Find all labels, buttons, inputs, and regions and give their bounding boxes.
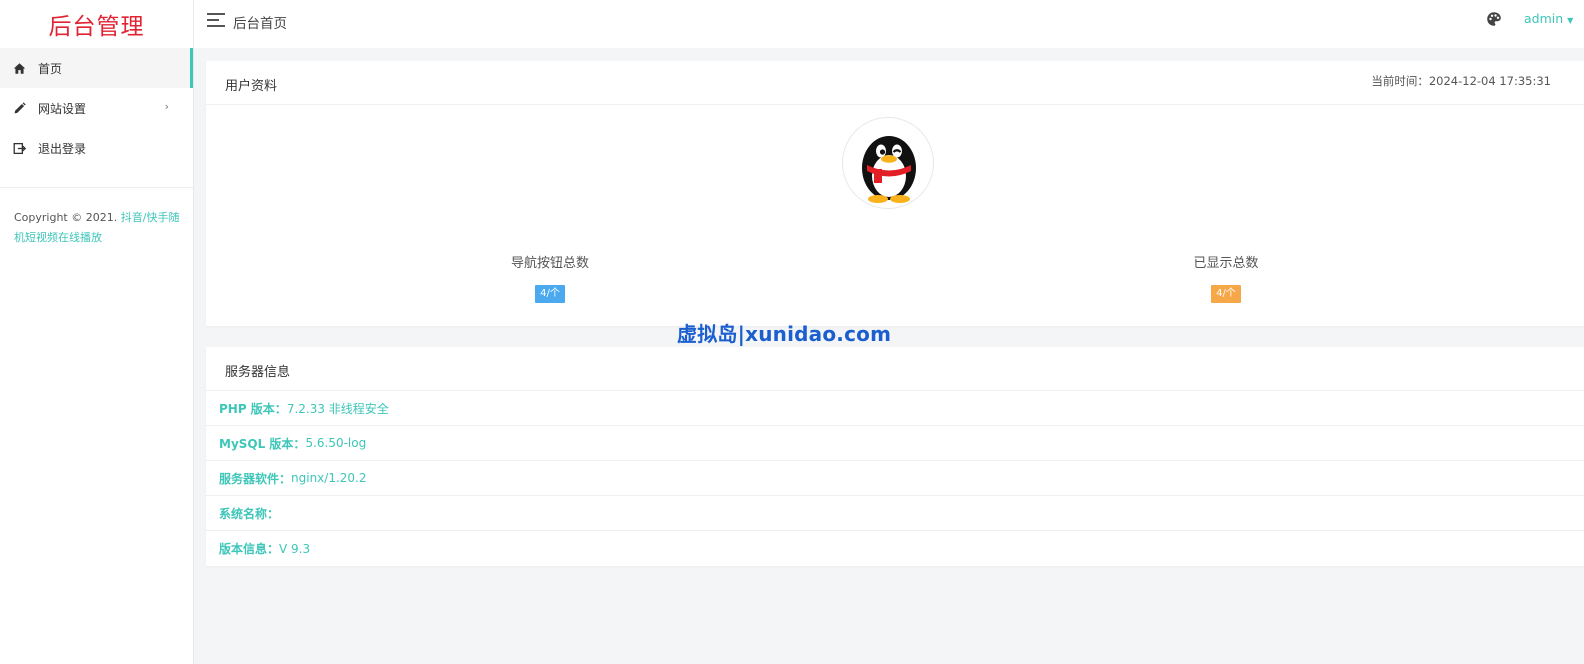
sidebar-item-label: 首页 [38,61,63,76]
palette-icon[interactable] [1486,11,1502,27]
server-card: 服务器信息 PHP 版本： 7.2.33 非线程安全 MySQL 版本： 5.6.5… [206,347,1584,566]
info-row-system-name: 系统名称： [206,496,1584,531]
stat-label: 导航按钮总数 [510,256,589,271]
info-value: V 9.3 [279,541,311,556]
current-time-label: 当前时间： [1371,74,1429,88]
penguin-avatar-icon [862,136,916,203]
home-icon [12,61,26,75]
brand[interactable]: 后台管理 [0,0,193,48]
sidebar-item-home[interactable]: 首页 [0,48,193,88]
info-row-version: 版本信息： V 9.3 [206,531,1584,566]
info-label: 系统名称： [219,506,280,521]
sidebar-item-label: 网站设置 [38,101,87,116]
sidebar-divider [0,187,193,188]
info-label: 服务器软件： [219,471,292,486]
profile-card-title: 用户资料 [225,79,278,94]
profile-card-header: 用户资料 当前时间：2024-12-04 17:35:31 [206,61,1584,105]
info-row-server-software: 服务器软件： nginx/1.20.2 [206,461,1584,496]
info-value: nginx/1.20.2 [291,471,367,485]
sidebar-item-label: 退出登录 [38,141,87,156]
stat-label: 已显示总数 [1193,256,1259,271]
info-label: 版本信息： [219,542,280,556]
watermark: 虚拟岛|xunidao.com [677,322,892,346]
info-value: 5.6.50-log [305,436,367,450]
user-menu[interactable]: admin ▼ [1524,11,1573,26]
copyright-text: Copyright © 2021. [14,211,121,224]
info-row-php: PHP 版本： 7.2.33 非线程安全 [206,391,1584,426]
avatar[interactable] [842,117,934,209]
username: admin [1524,11,1564,26]
sidebar: 后台管理 首页 网站设置 › 退出登录 Copyright © 2021. 抖音… [0,0,194,664]
pencil-icon [12,101,26,115]
current-time: 当前时间：2024-12-04 17:35:31 [1371,73,1551,89]
sidebar-item-site-settings[interactable]: 网站设置 › [0,88,193,128]
info-label: MySQL 版本： [219,436,306,451]
caret-down-icon: ▼ [1567,16,1574,25]
sidebar-item-logout[interactable]: 退出登录 [0,128,193,168]
server-card-header: 服务器信息 [206,347,1584,391]
menu-toggle-icon[interactable] [207,13,225,29]
info-value: 7.2.33 非线程安全 [286,401,389,416]
profile-card: 用户资料 当前时间：2024-12-04 17:35:31 导航按钮总数 4/个… [206,61,1584,326]
brand-title: 后台管理 [48,14,145,40]
current-time-value: 2024-12-04 17:35:31 [1428,74,1551,88]
page-title: 后台首页 [233,16,287,32]
sidebar-nav: 首页 网站设置 › 退出登录 [0,48,193,168]
stat-badge: 4/个 [535,285,565,303]
info-label: PHP 版本： [219,401,287,416]
logout-icon [12,141,26,155]
stat-shown: 已显示总数 4/个 [1126,252,1326,303]
topbar: 后台首页 admin ▼ [194,0,1584,48]
info-row-mysql: MySQL 版本： 5.6.50-log [206,426,1584,461]
stat-badge: 4/个 [1211,285,1241,303]
server-card-title: 服务器信息 [225,365,291,380]
stat-nav-buttons: 导航按钮总数 4/个 [450,252,650,303]
chevron-right-icon: › [164,100,169,113]
copyright: Copyright © 2021. 抖音/快手随机短视频在线播放 [14,208,182,248]
